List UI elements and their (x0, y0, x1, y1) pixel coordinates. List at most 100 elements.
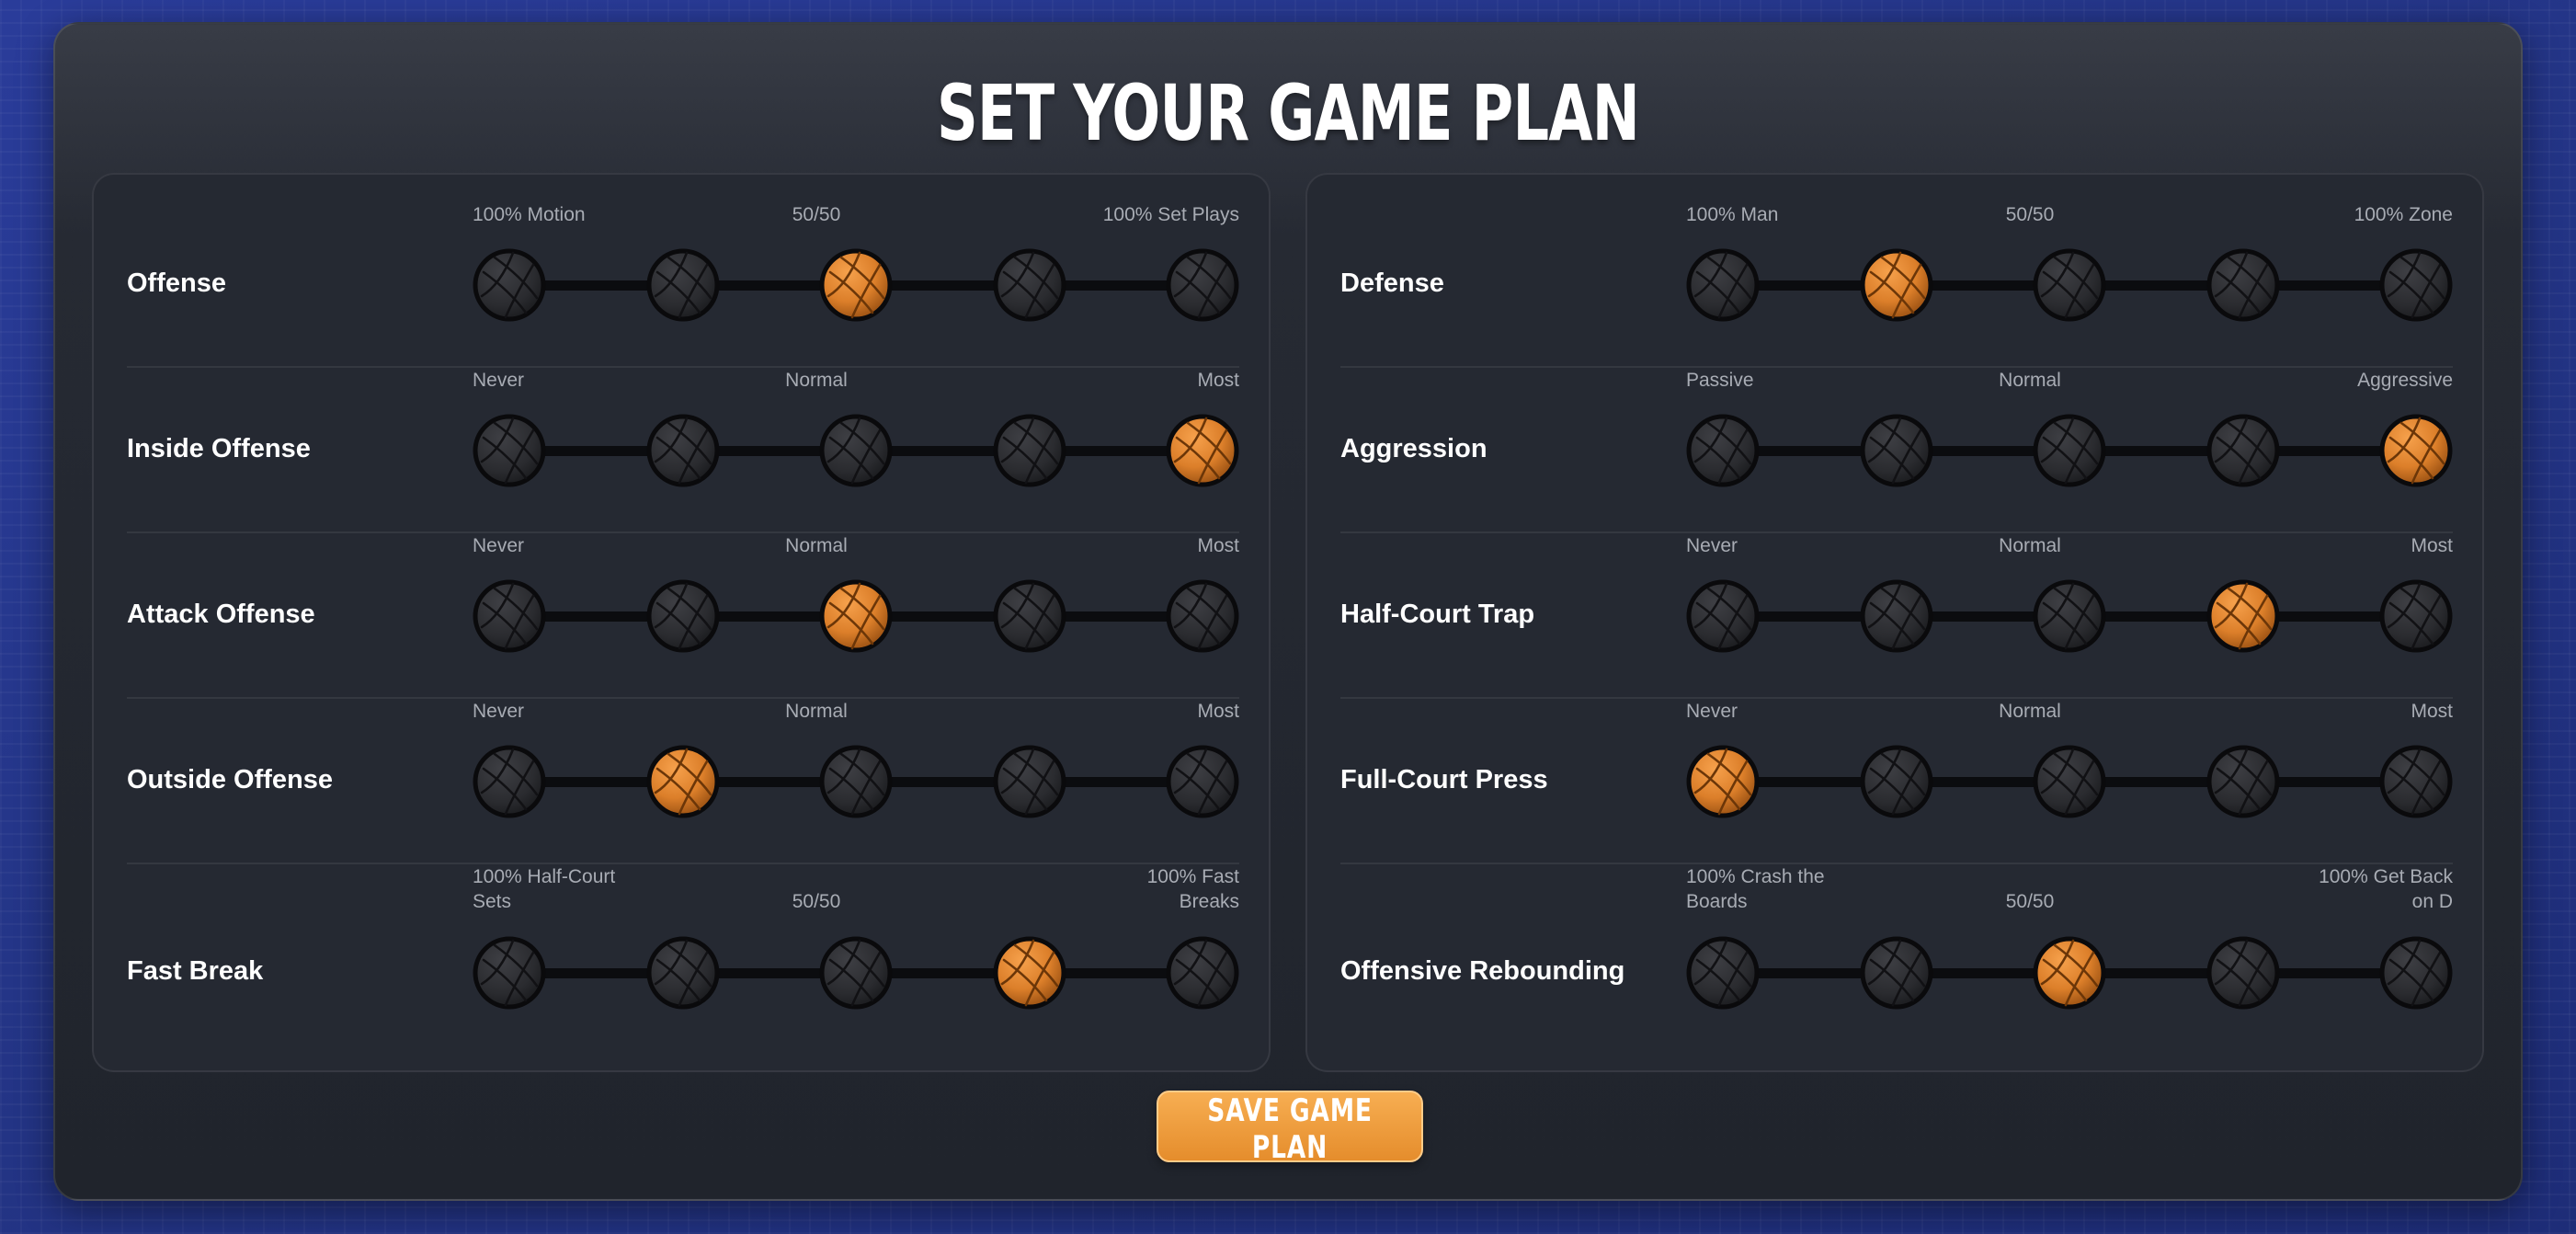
scale-low-label: 100% Half-Court Sets (473, 866, 616, 912)
save-game-plan-button[interactable]: SAVE GAME PLAN (1157, 1091, 1423, 1166)
basketball-icon[interactable] (2206, 248, 2280, 322)
basketball-icon[interactable] (2033, 248, 2106, 322)
basketball-icon-selected[interactable] (819, 579, 893, 653)
basketball-icon-selected[interactable] (1686, 745, 1760, 818)
basketball-icon[interactable] (1166, 745, 1239, 818)
basketball-icon[interactable] (993, 248, 1066, 322)
basketball-icon[interactable] (646, 936, 720, 1010)
scale-mid-text: Normal (785, 535, 848, 556)
basketball-icon[interactable] (819, 936, 893, 1010)
scale-high-label: Most (1197, 701, 1239, 722)
scale-mid-text: Normal (1999, 535, 2061, 556)
row-label: Aggression (1340, 434, 1487, 463)
defense-card: Defense 100% Man 50/50 100% Zone Aggress… (1305, 173, 2484, 1072)
scale-low-label: Never (1686, 701, 1738, 722)
scale-mid-text: Normal (785, 370, 848, 391)
scale-high-label: Most (2411, 535, 2453, 556)
basketball-icon[interactable] (993, 414, 1066, 487)
slider-track[interactable] (473, 414, 1239, 487)
basketball-icon-selected[interactable] (2206, 579, 2280, 653)
basketball-icon[interactable] (2379, 248, 2453, 322)
slider-track[interactable] (1686, 745, 2453, 818)
scale-mid-text: 50/50 (2005, 204, 2055, 225)
scale-low-label: Never (473, 535, 525, 556)
row-label: Defense (1340, 269, 1444, 298)
slider-track[interactable] (1686, 248, 2453, 322)
basketball-icon[interactable] (473, 936, 546, 1010)
basketball-icon[interactable] (1166, 936, 1239, 1010)
row-label: Inside Offense (127, 434, 311, 463)
basketball-icon[interactable] (2206, 414, 2280, 487)
slider-row-aggression: Aggression Passive Normal Aggressive (1340, 368, 2453, 533)
basketball-icon[interactable] (1686, 579, 1760, 653)
scale-low-label: Passive (1686, 370, 1754, 391)
basketball-icon[interactable] (2033, 745, 2106, 818)
basketball-icon[interactable] (993, 579, 1066, 653)
basketball-icon[interactable] (1166, 579, 1239, 653)
scale-high-label: Most (1197, 370, 1239, 391)
scale-mid-text: Normal (1999, 370, 2061, 391)
basketball-icon[interactable] (1686, 248, 1760, 322)
basketball-icon[interactable] (819, 414, 893, 487)
basketball-icon[interactable] (2379, 745, 2453, 818)
scale-low-label: Never (473, 370, 525, 391)
scale-low-label: 100% Motion (473, 204, 586, 225)
slider-track[interactable] (1686, 936, 2453, 1010)
basketball-icon-selected[interactable] (2033, 936, 2106, 1010)
slider-row-offense: Offense 100% Motion 50/50 100% Set Plays (127, 202, 1239, 368)
page-title: SET YOUR GAME PLAN (937, 68, 1640, 158)
basketball-icon-selected[interactable] (993, 936, 1066, 1010)
basketball-icon[interactable] (2379, 936, 2453, 1010)
slider-row-outside-offense: Outside Offense Never Normal Most (127, 699, 1239, 864)
slider-row-inside-offense: Inside Offense Never Normal Most (127, 368, 1239, 533)
basketball-icon[interactable] (1686, 936, 1760, 1010)
basketball-icon-selected[interactable] (1166, 414, 1239, 487)
slider-row-half-court-trap: Half-Court Trap Never Normal Most (1340, 533, 2453, 699)
scale-low-label: Never (473, 701, 525, 722)
basketball-icon[interactable] (473, 248, 546, 322)
row-label: Half-Court Trap (1340, 600, 1535, 629)
basketball-icon[interactable] (1686, 414, 1760, 487)
basketball-icon[interactable] (2033, 414, 2106, 487)
basketball-icon[interactable] (2033, 579, 2106, 653)
slider-track[interactable] (473, 936, 1239, 1010)
basketball-icon[interactable] (2206, 745, 2280, 818)
scale-high-label: Most (1197, 535, 1239, 556)
basketball-icon[interactable] (1860, 579, 1933, 653)
slider-track[interactable] (473, 579, 1239, 653)
scale-mid-text: 50/50 (792, 891, 841, 912)
scale-mid-text: Normal (1999, 701, 2061, 722)
basketball-icon[interactable] (473, 745, 546, 818)
basketball-icon[interactable] (473, 579, 546, 653)
slider-track[interactable] (1686, 414, 2453, 487)
basketball-icon[interactable] (646, 414, 720, 487)
scale-mid-text: 50/50 (792, 204, 841, 225)
basketball-icon[interactable] (1166, 248, 1239, 322)
basketball-icon[interactable] (993, 745, 1066, 818)
basketball-icon[interactable] (646, 248, 720, 322)
row-label: Outside Offense (127, 765, 333, 794)
basketball-icon-selected[interactable] (646, 745, 720, 818)
basketball-icon[interactable] (1860, 936, 1933, 1010)
basketball-icon[interactable] (473, 414, 546, 487)
basketball-icon-selected[interactable] (2379, 414, 2453, 487)
scale-high-label: 100% Get Back on D (2319, 866, 2453, 912)
basketball-icon[interactable] (819, 745, 893, 818)
slider-row-fast-break: Fast Break 100% Half-Court Sets 50/50 100% … (127, 864, 1239, 1068)
basketball-icon[interactable] (2206, 936, 2280, 1010)
slider-track[interactable] (473, 745, 1239, 818)
basketball-icon-selected[interactable] (1860, 248, 1933, 322)
basketball-icon[interactable] (2379, 579, 2453, 653)
basketball-icon[interactable] (1860, 414, 1933, 487)
scale-low-label: 100% Crash the Boards (1686, 866, 1825, 912)
basketball-icon[interactable] (1860, 745, 1933, 818)
basketball-icon[interactable] (646, 579, 720, 653)
slider-track[interactable] (1686, 579, 2453, 653)
slider-row-full-court-press: Full-Court Press Never Normal Most (1340, 699, 2453, 864)
game-plan-panel: SET YOUR GAME PLAN Offense 100% Motion 50/… (53, 22, 2523, 1201)
row-label: Full-Court Press (1340, 765, 1548, 794)
basketball-icon-selected[interactable] (819, 248, 893, 322)
slider-track[interactable] (473, 248, 1239, 322)
scale-high-label: 100% Zone (2354, 204, 2453, 225)
row-label: Offense (127, 269, 226, 298)
